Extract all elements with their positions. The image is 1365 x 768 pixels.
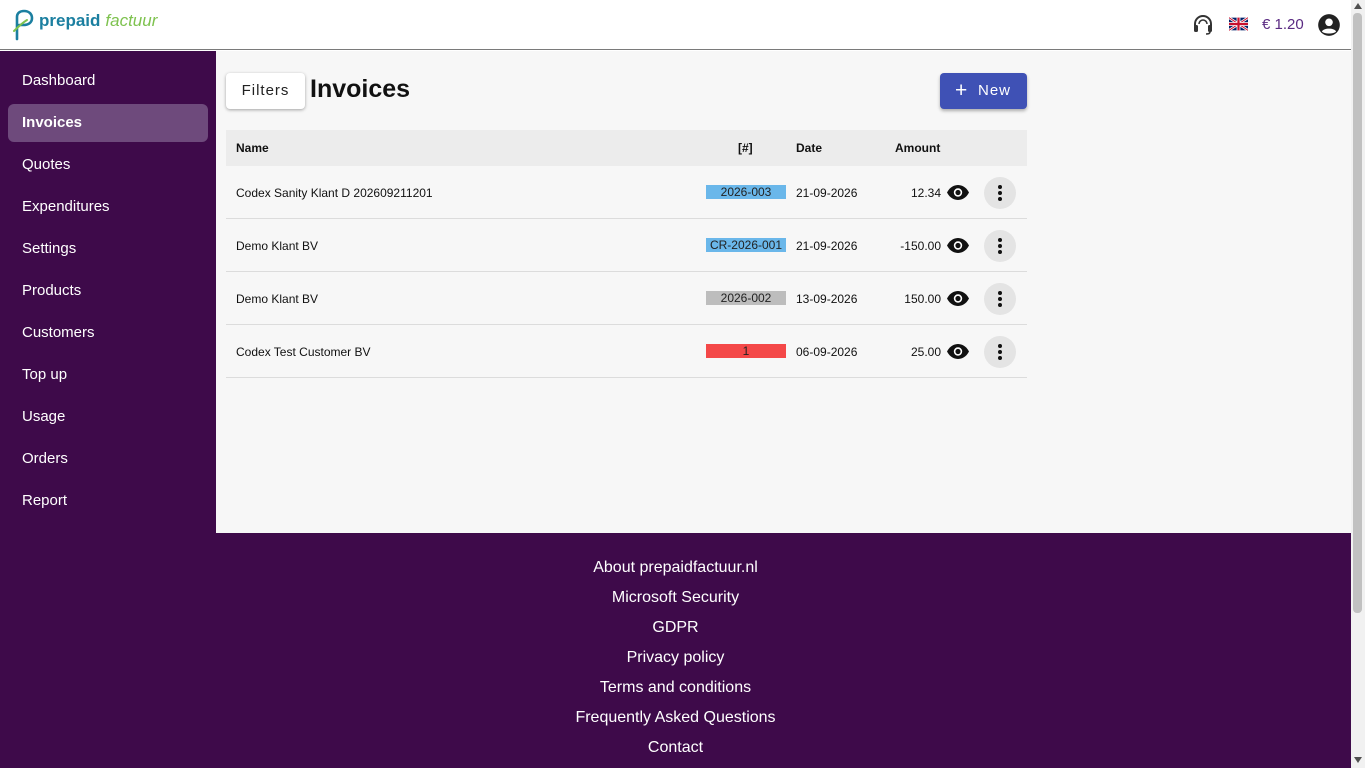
invoice-customer-name: Demo Klant BV (236, 239, 319, 253)
table-header: Name [#] Date Amount (226, 130, 1027, 166)
invoice-amount: 25.00 (910, 345, 941, 359)
invoice-customer-name: Codex Test Customer BV (236, 345, 371, 359)
eye-icon[interactable] (946, 184, 970, 201)
sidebar-item-expenditures[interactable]: Expenditures (8, 188, 208, 226)
more-options-button[interactable] (984, 336, 1016, 368)
sidebar: Dashboard Invoices Quotes Expenditures S… (0, 51, 216, 533)
sidebar-item-orders[interactable]: Orders (8, 440, 208, 478)
invoice-number-badge: 2026-002 (706, 291, 786, 305)
main-content: Filters Invoices + New Name [#] Date Amo… (216, 51, 1351, 533)
account-circle-icon[interactable] (1316, 12, 1342, 38)
sidebar-item-top-up[interactable]: Top up (8, 356, 208, 394)
table-row[interactable]: Codex Test Customer BV 1 06-09-2026 25.0… (226, 325, 1027, 378)
invoice-date: 21-09-2026 (796, 186, 858, 200)
footer: About prepaidfactuur.nl Microsoft Securi… (0, 533, 1351, 768)
invoice-number-badge: CR-2026-001 (706, 238, 786, 252)
prepaidfactuur-logo[interactable]: prepaid factuur (11, 9, 157, 41)
invoice-amount: 12.34 (910, 186, 941, 200)
page-scrollbar[interactable] (1351, 0, 1365, 768)
sidebar-item-products[interactable]: Products (8, 272, 208, 310)
sidebar-item-settings[interactable]: Settings (8, 230, 208, 268)
more-options-button[interactable] (984, 230, 1016, 262)
page-title: Invoices (310, 75, 411, 103)
more-options-button[interactable] (984, 177, 1016, 209)
invoice-date: 13-09-2026 (796, 292, 858, 306)
sidebar-item-quotes[interactable]: Quotes (8, 146, 208, 184)
eye-icon[interactable] (946, 237, 970, 254)
eye-icon[interactable] (946, 290, 970, 307)
new-button-label: New (978, 82, 1012, 99)
filters-button[interactable]: Filters (226, 73, 305, 109)
footer-link-about[interactable]: About prepaidfactuur.nl (0, 559, 1351, 577)
sidebar-item-invoices[interactable]: Invoices (8, 104, 208, 142)
sidebar-item-dashboard[interactable]: Dashboard (8, 62, 208, 100)
logo-factuur-text: factuur (105, 11, 158, 30)
footer-link-contact[interactable]: Contact (0, 739, 1351, 757)
column-header-name[interactable]: Name (236, 141, 269, 155)
invoice-number-badge: 1 (706, 344, 786, 358)
footer-link-terms[interactable]: Terms and conditions (0, 679, 1351, 697)
invoice-customer-name: Demo Klant BV (236, 292, 319, 306)
column-header-number[interactable]: [#] (738, 141, 753, 155)
invoice-date: 21-09-2026 (796, 239, 858, 253)
balance-display[interactable]: € 1.20 (1262, 16, 1304, 33)
uk-flag-icon[interactable] (1229, 17, 1248, 31)
footer-link-privacy-policy[interactable]: Privacy policy (0, 649, 1351, 667)
sidebar-item-report[interactable]: Report (8, 482, 208, 520)
plus-icon: + (955, 79, 969, 102)
column-header-amount[interactable]: Amount (895, 141, 940, 155)
eye-icon[interactable] (946, 343, 970, 360)
invoice-amount: -150.00 (900, 239, 941, 253)
table-row[interactable]: Demo Klant BV 2026-002 13-09-2026 150.00 (226, 272, 1027, 325)
footer-link-gdpr[interactable]: GDPR (0, 619, 1351, 637)
invoice-number-badge: 2026-003 (706, 185, 786, 199)
new-invoice-button[interactable]: + New (940, 73, 1027, 109)
table-row[interactable]: Demo Klant BV CR-2026-001 21-09-2026 -15… (226, 219, 1027, 272)
invoice-customer-name: Codex Sanity Klant D 202609211201 (236, 186, 433, 200)
sidebar-item-usage[interactable]: Usage (8, 398, 208, 436)
invoices-table: Name [#] Date Amount Codex Sanity Klant … (226, 130, 1027, 378)
logo-prepaid-text: prepaid (39, 11, 101, 30)
logo-p-icon (13, 9, 34, 41)
invoice-date: 06-09-2026 (796, 345, 858, 359)
logo-text: prepaid factuur (39, 11, 157, 31)
headset-icon[interactable] (1191, 13, 1215, 37)
table-row[interactable]: Codex Sanity Klant D 202609211201 2026-0… (226, 166, 1027, 219)
more-options-button[interactable] (984, 283, 1016, 315)
scrollbar-thumb[interactable] (1353, 13, 1362, 613)
top-bar: prepaid factuur € 1.20 (0, 0, 1351, 50)
footer-link-faq[interactable]: Frequently Asked Questions (0, 709, 1351, 727)
scroll-up-arrow-icon[interactable] (1354, 3, 1362, 9)
scroll-down-arrow-icon[interactable] (1354, 757, 1362, 763)
footer-link-microsoft-security[interactable]: Microsoft Security (0, 589, 1351, 607)
column-header-date[interactable]: Date (796, 141, 822, 155)
invoice-amount: 150.00 (904, 292, 941, 306)
sidebar-item-customers[interactable]: Customers (8, 314, 208, 352)
